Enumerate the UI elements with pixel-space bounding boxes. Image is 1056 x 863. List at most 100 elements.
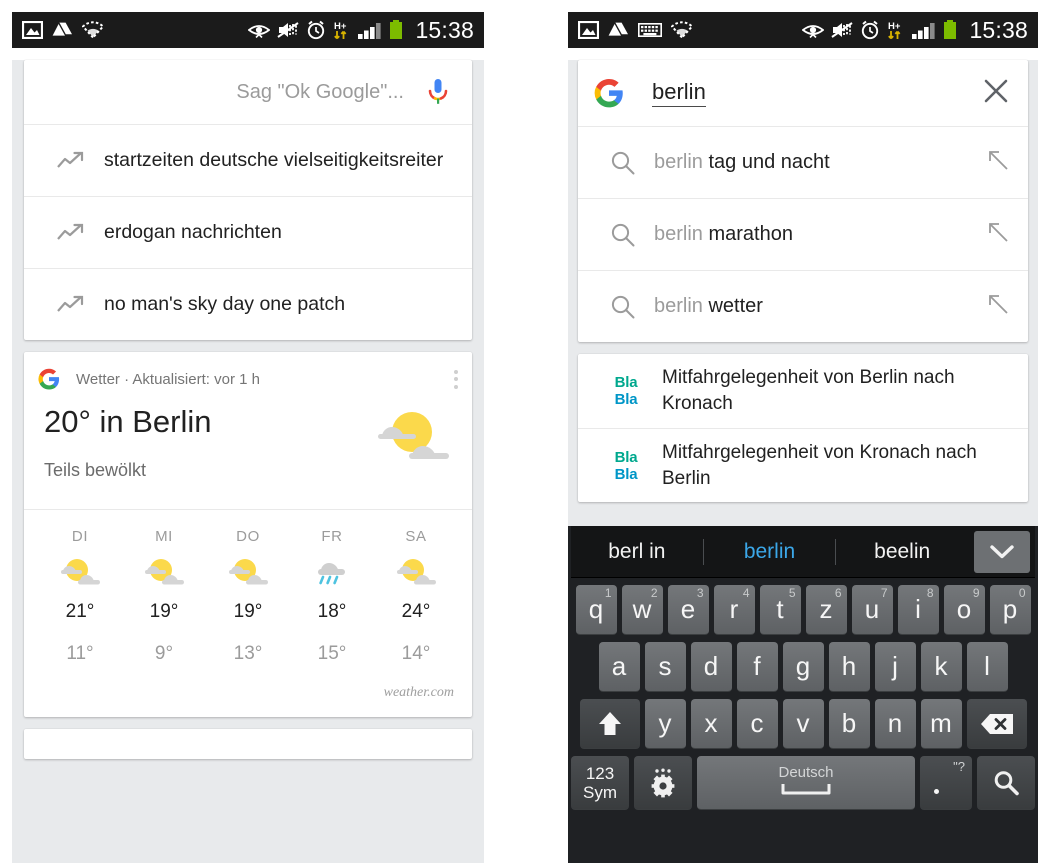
key-o[interactable]: 9o: [943, 585, 985, 635]
hplus-data-icon: H+: [334, 21, 347, 40]
insert-arrow-icon[interactable]: [986, 148, 1010, 177]
status-bar-left: H+ 15:38: [12, 12, 484, 48]
suggestion-completion: tag und nacht: [708, 151, 830, 173]
search-icon[interactable]: [977, 756, 1035, 810]
backspace-icon[interactable]: [966, 699, 1027, 749]
next-card-partial[interactable]: [24, 729, 472, 759]
microphone-icon[interactable]: [426, 77, 450, 107]
eye-icon: [248, 25, 271, 38]
key-d[interactable]: d: [690, 642, 732, 692]
app-result-row[interactable]: Bla Bla Mitfahrgelegenheit von Kronach n…: [578, 428, 1028, 502]
key-label: b: [841, 708, 857, 738]
partly-cloudy-icon: [206, 551, 290, 595]
weather-attribution[interactable]: weather.com: [24, 671, 472, 717]
forecast-day[interactable]: DO 19° 13°: [206, 528, 290, 665]
keyboard-suggestion-selected[interactable]: berlin: [704, 540, 836, 564]
key-label: f: [753, 651, 761, 681]
google-now-feed[interactable]: Sag "Ok Google"... startzeiten deutsche …: [12, 60, 484, 863]
blablacar-logo-line1: Bla: [614, 374, 638, 391]
key-label: i: [915, 594, 921, 624]
insert-arrow-icon[interactable]: [986, 220, 1010, 249]
keyboard-row-1: 1q 2w 3e 4r 5t 6z 7u 8i 9o 0p: [571, 578, 1035, 635]
search-suggestion[interactable]: berlin marathon: [578, 198, 1028, 270]
keyboard-suggestion[interactable]: beelin: [836, 540, 968, 564]
key-s[interactable]: s: [644, 642, 686, 692]
key-label: v: [796, 708, 810, 738]
status-bar-right-icons: H+ 15:38: [248, 17, 474, 44]
key-k[interactable]: k: [920, 642, 962, 692]
app-result-label: Mitfahrgelegenheit von Kronach nach Berl…: [662, 441, 977, 489]
status-bar-clock: 15:38: [415, 16, 474, 43]
key-t[interactable]: 5t: [759, 585, 801, 635]
search-input[interactable]: berlin: [578, 60, 1028, 126]
key-number-hint: 2: [650, 586, 658, 600]
key-z[interactable]: 6z: [805, 585, 847, 635]
chevron-down-icon[interactable]: [974, 530, 1031, 573]
battery-icon: [944, 20, 957, 39]
overflow-menu-icon[interactable]: [454, 369, 458, 389]
key-f[interactable]: f: [736, 642, 778, 692]
blablacar-icon: Bla Bla: [590, 374, 662, 408]
status-bar-left-icons: [22, 21, 104, 40]
alarm-icon: [308, 20, 325, 40]
key-label: l: [984, 651, 990, 681]
key-g[interactable]: g: [782, 642, 824, 692]
key-h[interactable]: h: [828, 642, 870, 692]
forecast-day[interactable]: SA 24° 14°: [374, 528, 458, 665]
key-label: e: [680, 594, 696, 624]
close-icon[interactable]: [982, 77, 1010, 110]
drive-icon: [608, 22, 628, 36]
gear-icon[interactable]: [634, 756, 692, 810]
forecast-day-label: FR: [321, 528, 343, 545]
trending-item[interactable]: erdogan nachrichten: [24, 196, 472, 268]
key-n[interactable]: n: [874, 699, 916, 749]
forecast-low: 14°: [401, 643, 431, 664]
symbols-key[interactable]: 123 Sym: [571, 756, 629, 810]
key-e[interactable]: 3e: [667, 585, 709, 635]
search-field-card: berlin berlin tag und nacht berlin marat…: [578, 60, 1028, 342]
key-u[interactable]: 7u: [851, 585, 893, 635]
key-label: r: [729, 594, 739, 624]
forecast-high: 24°: [401, 601, 431, 622]
key-label: y: [658, 708, 672, 738]
period-key[interactable]: "?: [920, 756, 972, 810]
key-number-hint: 1: [604, 586, 612, 600]
app-result-row[interactable]: Bla Bla Mitfahrgelegenheit von Berlin na…: [578, 354, 1028, 428]
key-v[interactable]: v: [782, 699, 824, 749]
weather-card[interactable]: Wetter · Aktualisiert: vor 1 h 20° in Be…: [24, 352, 472, 717]
insert-arrow-icon[interactable]: [986, 292, 1010, 321]
key-p[interactable]: 0p: [989, 585, 1031, 635]
app-results-card: Bla Bla Mitfahrgelegenheit von Berlin na…: [578, 354, 1028, 502]
forecast-day[interactable]: FR 18° 15°: [290, 528, 374, 665]
mute-icon: [277, 22, 300, 38]
status-bar-clock: 15:38: [969, 16, 1028, 43]
key-label: d: [703, 651, 719, 681]
key-y[interactable]: y: [644, 699, 686, 749]
key-label: z: [819, 594, 833, 624]
wifi-weak-icon: [671, 21, 693, 39]
trending-item[interactable]: startzeiten deutsche vielseitigkeitsreit…: [24, 124, 472, 196]
key-w[interactable]: 2w: [621, 585, 663, 635]
keyboard-suggestion[interactable]: berl in: [571, 540, 703, 564]
key-r[interactable]: 4r: [713, 585, 755, 635]
key-j[interactable]: j: [874, 642, 916, 692]
search-suggestion[interactable]: berlin wetter: [578, 270, 1028, 342]
search-bar[interactable]: Sag "Ok Google"...: [24, 60, 472, 124]
space-key[interactable]: Deutsch: [697, 756, 915, 810]
period-key-hint: "?: [953, 759, 965, 774]
shift-icon[interactable]: [579, 699, 640, 749]
key-l[interactable]: l: [966, 642, 1008, 692]
forecast-low: 11°: [66, 643, 94, 664]
key-i[interactable]: 8i: [897, 585, 939, 635]
key-x[interactable]: x: [690, 699, 732, 749]
key-q[interactable]: 1q: [575, 585, 617, 635]
trending-item[interactable]: no man's sky day one patch: [24, 268, 472, 340]
search-suggestion[interactable]: berlin tag und nacht: [578, 126, 1028, 198]
key-c[interactable]: c: [736, 699, 778, 749]
key-m[interactable]: m: [920, 699, 962, 749]
key-a[interactable]: a: [598, 642, 640, 692]
mute-icon: [831, 22, 854, 38]
forecast-day[interactable]: MI 19° 9°: [122, 528, 206, 665]
key-b[interactable]: b: [828, 699, 870, 749]
forecast-day[interactable]: DI 21° 11°: [38, 528, 122, 665]
